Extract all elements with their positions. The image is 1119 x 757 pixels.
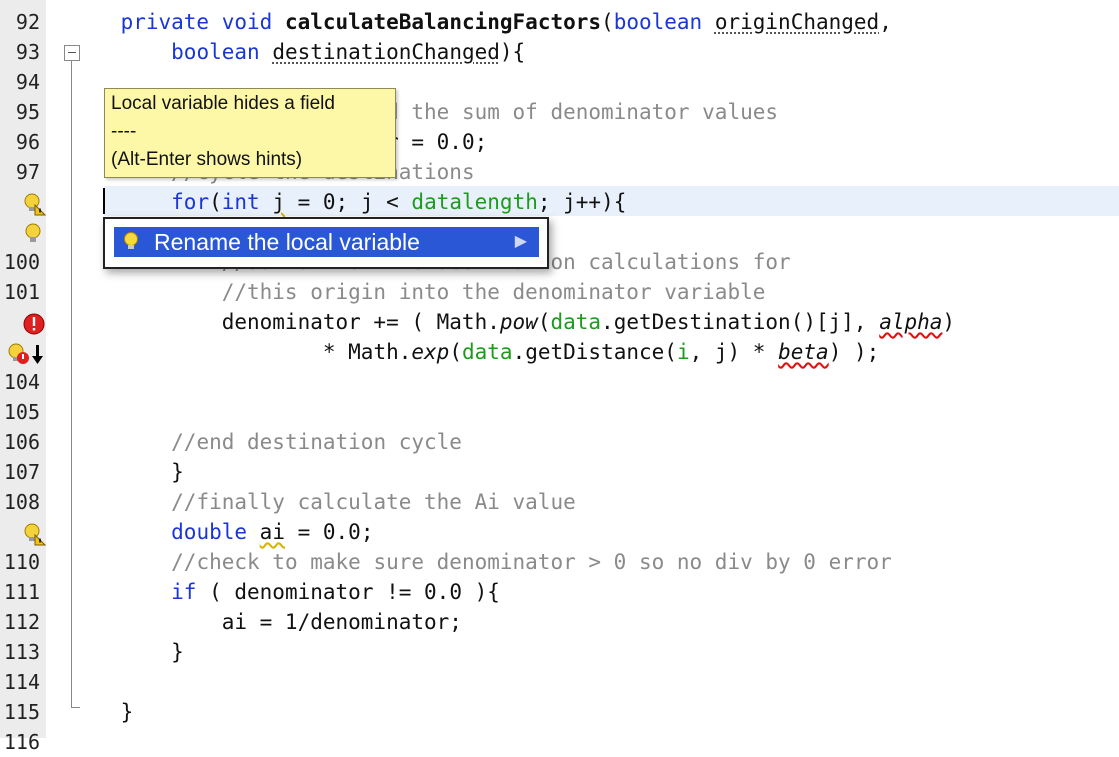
submenu-arrow-icon: ▶: [515, 227, 527, 257]
line-number: 107: [0, 457, 40, 487]
line-number: 92: [0, 7, 40, 37]
line-number: 114: [0, 667, 40, 697]
line-number: 104: [0, 367, 40, 397]
line-number: 93: [0, 37, 40, 67]
code-line: }: [70, 697, 133, 727]
line-number: 96: [0, 127, 40, 157]
tooltip-shortcut-text: (Alt-Enter shows hints): [111, 147, 302, 173]
error-icon[interactable]: [22, 312, 46, 336]
code-line: if ( denominator != 0.0 ){: [70, 577, 500, 607]
lightbulb-warning-icon[interactable]: [22, 522, 46, 546]
rename-local-variable-item[interactable]: Rename the local variable ▶: [114, 227, 539, 257]
lightbulb-icon: [120, 230, 142, 254]
lightbulb-icon[interactable]: [22, 222, 46, 246]
code-line: * Math.exp(data.getDistance(i, j) * beta…: [70, 337, 879, 367]
line-number: 111: [0, 577, 40, 607]
line-number: 116: [0, 727, 40, 757]
tooltip-separator: ----: [111, 119, 136, 145]
code-line: //finally calculate the Ai value: [70, 487, 576, 517]
line-number: 101: [0, 277, 40, 307]
line-number: 113: [0, 637, 40, 667]
line-number: 112: [0, 607, 40, 637]
hint-popup-menu: Rename the local variable ▶: [103, 217, 549, 269]
code-line: ai = 1/denominator;: [70, 607, 462, 637]
line-number: 95: [0, 97, 40, 127]
code-line: //this origin into the denominator varia…: [70, 277, 765, 307]
line-number: 106: [0, 427, 40, 457]
text-caret: [103, 188, 105, 214]
code-line: //check to make sure denominator > 0 so …: [70, 547, 892, 577]
code-line: //end destination cycle: [70, 427, 462, 457]
code-line: private void calculateBalancingFactors(b…: [70, 7, 892, 37]
code-line: }: [70, 637, 184, 667]
code-line: double ai = 0.0;: [70, 517, 373, 547]
line-number: 105: [0, 397, 40, 427]
line-number: 115: [0, 697, 40, 727]
hint-item-label: Rename the local variable: [154, 227, 420, 257]
code-line: denominator += ( Math.pow(data.getDestin…: [70, 307, 955, 337]
code-line: }: [70, 457, 184, 487]
hint-tooltip: Local variable hides a field ---- (Alt-E…: [104, 88, 396, 178]
line-number: 110: [0, 547, 40, 577]
code-line-current: for(int j = 0; j < datalength; j++){: [70, 187, 626, 217]
fold-column: [46, 0, 66, 738]
tooltip-title: Local variable hides a field: [111, 91, 335, 117]
line-number: 100: [0, 247, 40, 277]
lightbulb-warning-icon[interactable]: [22, 192, 46, 216]
line-number: 97: [0, 157, 40, 187]
line-number: 94: [0, 67, 40, 97]
line-number: 108: [0, 487, 40, 517]
lightbulb-error-breakpoint-icon[interactable]: [6, 342, 46, 366]
code-line: boolean destinationChanged){: [70, 37, 525, 67]
